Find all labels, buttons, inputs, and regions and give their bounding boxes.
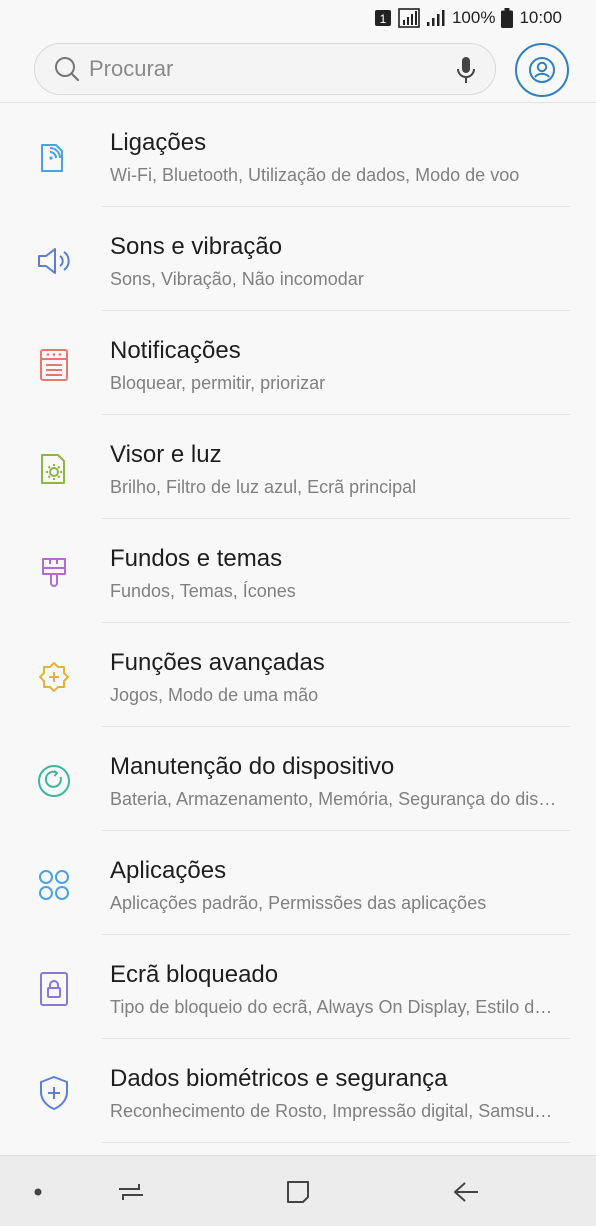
item-subtitle: Fundos, Temas, Ícones — [110, 581, 296, 601]
back-arrow-icon — [454, 1182, 478, 1202]
apps-icon — [34, 865, 74, 905]
account-button[interactable] — [515, 43, 569, 97]
settings-item-device-maintenance[interactable]: Manutenção do dispositivo Bateria, Armaz… — [0, 727, 596, 831]
divider — [102, 1142, 570, 1143]
item-title: Visor e luz — [110, 441, 222, 468]
wallpaper-brush-icon — [34, 553, 74, 593]
item-title: Manutenção do dispositivo — [110, 753, 395, 780]
item-subtitle: Tipo de bloqueio do ecrã, Always On Disp… — [110, 997, 562, 1017]
item-subtitle: Brilho, Filtro de luz azul, Ecrã princip… — [110, 477, 417, 497]
battery-icon — [501, 8, 514, 28]
item-title: Sons e vibração — [110, 233, 283, 260]
home-icon — [287, 1181, 309, 1203]
settings-item-display[interactable]: Visor e luz Brilho, Filtro de luz azul, … — [0, 415, 596, 519]
item-title: Dados biométricos e segurança — [110, 1065, 448, 1092]
biometrics-shield-icon — [34, 1073, 74, 1113]
item-subtitle: Bateria, Armazenamento, Memória, Seguran… — [110, 789, 562, 809]
item-title: Notificações — [110, 337, 241, 364]
microphone-icon[interactable] — [455, 56, 477, 89]
lock-screen-icon — [34, 969, 74, 1009]
settings-item-sounds[interactable]: Sons e vibração Sons, Vibração, Não inco… — [0, 207, 596, 311]
clock: 10:00 — [519, 8, 562, 27]
device-maintenance-icon — [34, 761, 74, 801]
item-subtitle: Bloquear, permitir, priorizar — [110, 373, 326, 393]
recent-apps-button[interactable] — [113, 1174, 149, 1210]
item-title: Ecrã bloqueado — [110, 961, 279, 988]
notifications-icon — [34, 345, 74, 385]
settings-item-biometrics-security[interactable]: Dados biométricos e segurança Reconhecim… — [0, 1039, 596, 1143]
battery-percent: 100% — [451, 8, 496, 27]
svg-text:1: 1 — [380, 12, 387, 26]
search-icon — [53, 55, 81, 83]
advanced-features-icon — [34, 657, 74, 697]
settings-list: Ligações Wi-Fi, Bluetooth, Utilização de… — [0, 103, 596, 1143]
back-button[interactable] — [448, 1174, 484, 1210]
settings-item-advanced-features[interactable]: Funções avançadas Jogos, Modo de uma mão — [0, 623, 596, 727]
sound-icon — [34, 241, 74, 281]
signal-strength-icon — [426, 9, 446, 27]
search-header — [0, 36, 596, 104]
settings-item-connections[interactable]: Ligações Wi-Fi, Bluetooth, Utilização de… — [0, 103, 596, 207]
item-subtitle: Wi-Fi, Bluetooth, Utilização de dados, M… — [110, 165, 520, 185]
search-bar[interactable] — [34, 43, 496, 95]
item-title: Aplicações — [110, 857, 227, 884]
item-subtitle: Jogos, Modo de uma mão — [110, 685, 319, 705]
item-subtitle: Reconhecimento de Rosto, Impressão digit… — [110, 1101, 562, 1121]
sim-card-icon: 1 — [374, 9, 392, 27]
display-icon — [34, 449, 74, 489]
home-button[interactable] — [280, 1174, 316, 1210]
signal-box-icon — [398, 8, 420, 28]
recent-apps-icon — [119, 1184, 143, 1200]
connections-icon — [34, 137, 74, 177]
navigation-bar — [0, 1155, 596, 1226]
settings-item-wallpapers-themes[interactable]: Fundos e temas Fundos, Temas, Ícones — [0, 519, 596, 623]
item-subtitle: Aplicações padrão, Permissões das aplica… — [110, 893, 487, 913]
item-title: Funções avançadas — [110, 649, 325, 676]
item-title: Fundos e temas — [110, 545, 283, 572]
account-icon — [529, 57, 555, 83]
search-input[interactable] — [87, 55, 431, 83]
item-subtitle: Sons, Vibração, Não incomodar — [110, 269, 364, 289]
settings-item-lock-screen[interactable]: Ecrã bloqueado Tipo de bloqueio do ecrã,… — [0, 935, 596, 1039]
item-title: Ligações — [110, 129, 207, 156]
settings-item-apps[interactable]: Aplicações Aplicações padrão, Permissões… — [0, 831, 596, 935]
settings-item-notifications[interactable]: Notificações Bloquear, permitir, prioriz… — [0, 311, 596, 415]
status-bar: 1 100% 10:00 — [0, 0, 596, 36]
nav-dot-icon[interactable] — [20, 1174, 56, 1210]
